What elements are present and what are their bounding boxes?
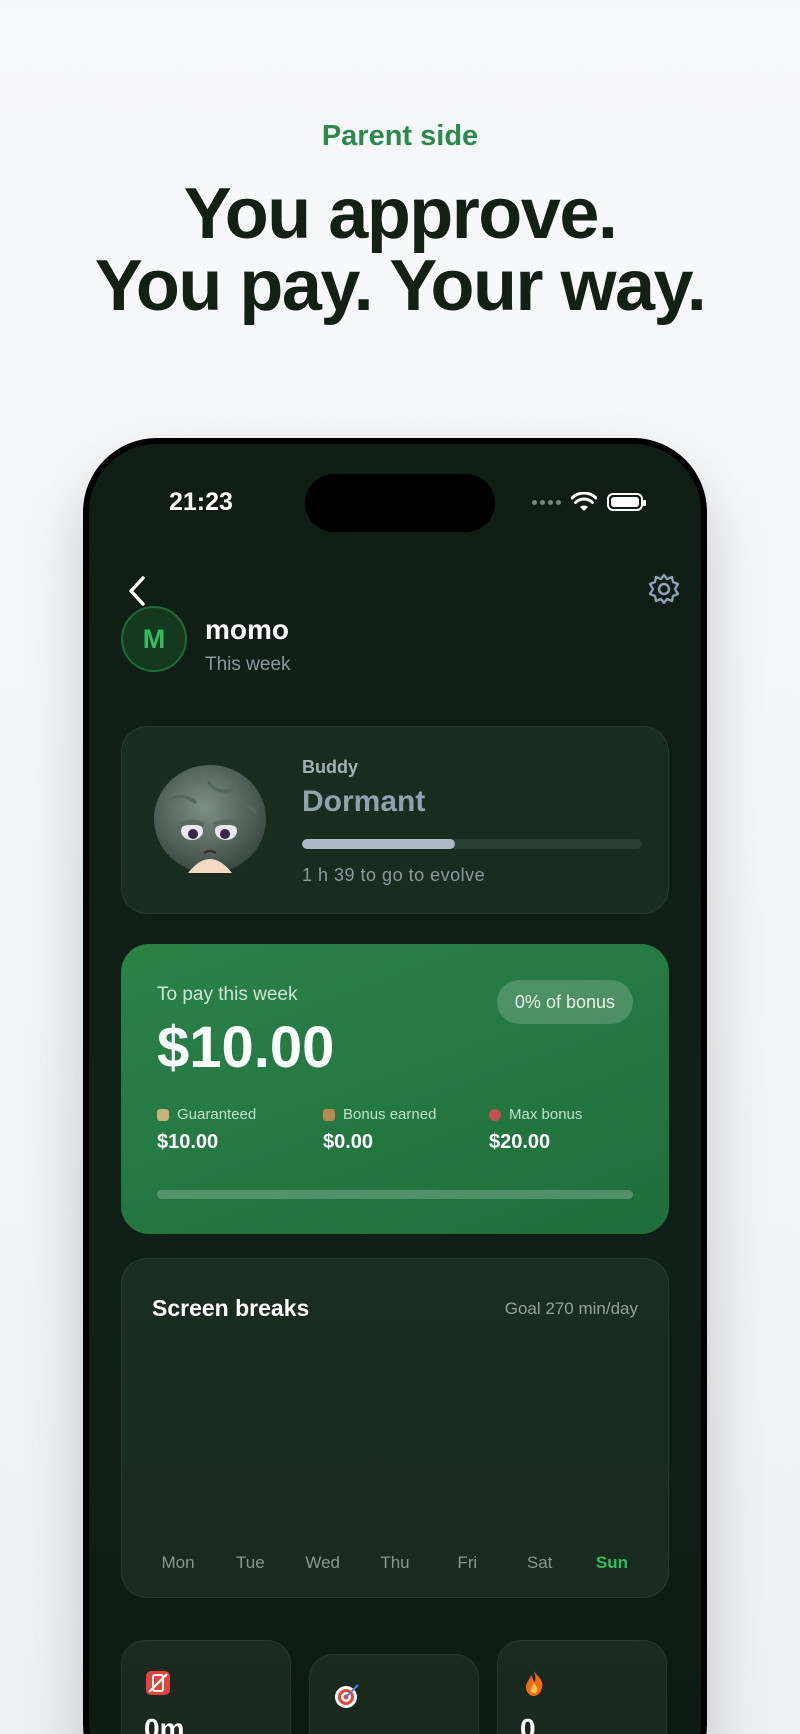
money-bag-icon [323, 1108, 335, 1121]
phone-screen: 21:23 M momo This week Buddy Dormant 1 h… [89, 444, 701, 1734]
target-icon [489, 1108, 501, 1121]
stat-value: 0 [520, 1713, 536, 1734]
phone-frame: 21:23 M momo This week Buddy Dormant 1 h… [83, 438, 707, 1734]
stat-guaranteed: Guaranteed $10.00 [157, 1106, 256, 1154]
screen-breaks-goal: Goal 270 min/day [504, 1299, 638, 1318]
stat-value: 0m [144, 1713, 185, 1734]
buddy-state: Dormant [302, 785, 426, 818]
shield-icon [157, 1108, 169, 1121]
screen-breaks-title: Screen breaks [152, 1295, 310, 1321]
stat-value: $0.00 [323, 1131, 374, 1153]
battery-icon [607, 493, 646, 511]
wifi-icon [571, 492, 597, 511]
stat-label: Bonus earned [343, 1106, 437, 1123]
stat-max-bonus: Max bonus $20.00 [489, 1106, 582, 1154]
status-icons [532, 492, 646, 512]
day-label-active: Sun [595, 1553, 629, 1572]
buddy-label: Buddy [302, 757, 358, 777]
day-label: Thu [380, 1553, 410, 1572]
hero-title-line2: You pay. Your way. [94, 246, 707, 326]
screen-breaks-card[interactable]: Screen breaks Goal 270 min/day Mon Tue W… [121, 1258, 669, 1598]
stat-label: Max bonus [509, 1106, 583, 1123]
status-time: 21:23 [169, 488, 233, 516]
stat-value: $10.00 [157, 1131, 219, 1153]
buddy-brain-icon [154, 765, 266, 873]
stat-label: Guaranteed [177, 1106, 257, 1123]
weekday-axis: Mon Tue Wed Thu Fri Sat Sun [148, 1553, 642, 1573]
fire-icon [526, 1671, 543, 1696]
profile-name: momo [205, 614, 289, 645]
stat-card-goal[interactable] [309, 1654, 479, 1734]
profile-period: This week [205, 654, 291, 675]
dynamic-island [305, 474, 495, 532]
day-label: Mon [161, 1553, 195, 1572]
stat-value: $20.00 [489, 1131, 551, 1153]
stat-bonus-earned: Bonus earned $0.00 [323, 1106, 436, 1154]
bonus-badge: 0% of bonus [496, 980, 633, 1024]
day-label: Sat [526, 1553, 553, 1572]
hero-title-line1: You approve. [183, 174, 618, 254]
buddy-card[interactable]: Buddy Dormant 1 h 39 to go to evolve [121, 726, 669, 914]
day-label: Tue [235, 1553, 265, 1572]
day-label: Wed [305, 1553, 340, 1572]
payment-label: To pay this week [157, 984, 298, 1005]
day-label: Fri [457, 1553, 478, 1572]
buddy-progress-fill [302, 839, 455, 849]
payment-amount: $10.00 [157, 1015, 335, 1080]
stat-card-screen-free[interactable]: 0m [121, 1640, 291, 1734]
stat-card-streak[interactable]: 0 [497, 1640, 667, 1734]
bonus-progress-bar [157, 1190, 633, 1199]
buddy-note: 1 h 39 to go to evolve [302, 865, 486, 885]
payment-card[interactable]: To pay this week $10.00 0% of bonus Guar… [121, 944, 669, 1234]
signal-dots-icon [532, 499, 561, 505]
chevron-left-icon[interactable] [125, 574, 149, 608]
target-icon [335, 1684, 359, 1708]
buddy-progress-bar [302, 839, 642, 849]
avatar: M [121, 606, 187, 672]
no-phone-icon [146, 1671, 170, 1695]
hero-eyebrow: Parent side [321, 120, 479, 152]
hero-title: You approve. You pay. Your way. [0, 178, 800, 322]
gear-icon[interactable] [647, 572, 681, 606]
